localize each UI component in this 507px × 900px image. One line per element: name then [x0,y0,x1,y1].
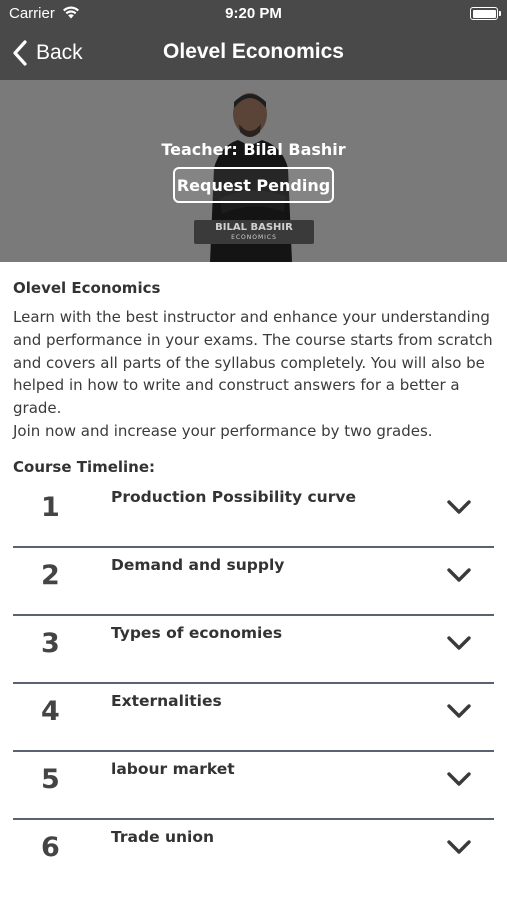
timeline-number: 4 [41,695,60,727]
timeline-item[interactable]: 5 labour market [13,752,494,820]
timeline-list: 1 Production Possibility curve 2 Demand … [13,480,494,888]
timeline-title: Trade union [111,827,215,846]
course-name: Olevel Economics [13,279,161,297]
chevron-down-icon[interactable] [446,566,472,584]
timeline-title: Externalities [111,691,222,710]
teacher-label: Teacher: Bilal Bashir [161,140,346,159]
chevron-left-icon [13,40,27,66]
nameplate-name: BILAL BASHIR [215,222,293,233]
timeline-item[interactable]: 6 Trade union [13,820,494,888]
navigation-bar: Back Olevel Economics [0,28,507,80]
timeline-number: 3 [41,627,60,659]
timeline-title: Types of economies [111,623,283,642]
timeline-item[interactable]: 3 Types of economies [13,616,494,684]
top-bar: Carrier 9:20 PM Back Olevel Economics [0,0,507,80]
back-button[interactable]: Back [12,36,83,70]
battery-icon [470,7,501,20]
status-bar: Carrier 9:20 PM [0,0,507,28]
chevron-down-icon[interactable] [446,838,472,856]
course-content: Olevel Economics Learn with the best ins… [13,262,494,888]
timeline-item[interactable]: 2 Demand and supply [13,548,494,616]
nameplate-subject: ECONOMICS [231,234,277,241]
timeline-title: Demand and supply [111,555,285,574]
teacher-nameplate: BILAL BASHIR ECONOMICS [194,220,314,244]
status-time: 9:20 PM [225,5,282,22]
timeline-item[interactable]: 4 Externalities [13,684,494,752]
timeline-number: 6 [41,831,60,863]
timeline-number: 1 [41,491,60,523]
course-description: Learn with the best instructor and enhan… [13,308,493,440]
timeline-number: 2 [41,559,60,591]
chevron-down-icon[interactable] [446,498,472,516]
chevron-down-icon[interactable] [446,770,472,788]
back-label: Back [36,41,83,64]
timeline-title: labour market [111,759,235,778]
request-pending-button[interactable]: Request Pending [173,167,334,203]
timeline-number: 5 [41,763,60,795]
timeline-heading: Course Timeline: [13,457,156,476]
chevron-down-icon[interactable] [446,634,472,652]
timeline-title: Production Possibility curve [111,487,356,506]
chevron-down-icon[interactable] [446,702,472,720]
teacher-banner: Teacher: Bilal Bashir Request Pending BI… [0,80,507,262]
timeline-item[interactable]: 1 Production Possibility curve [13,480,494,548]
